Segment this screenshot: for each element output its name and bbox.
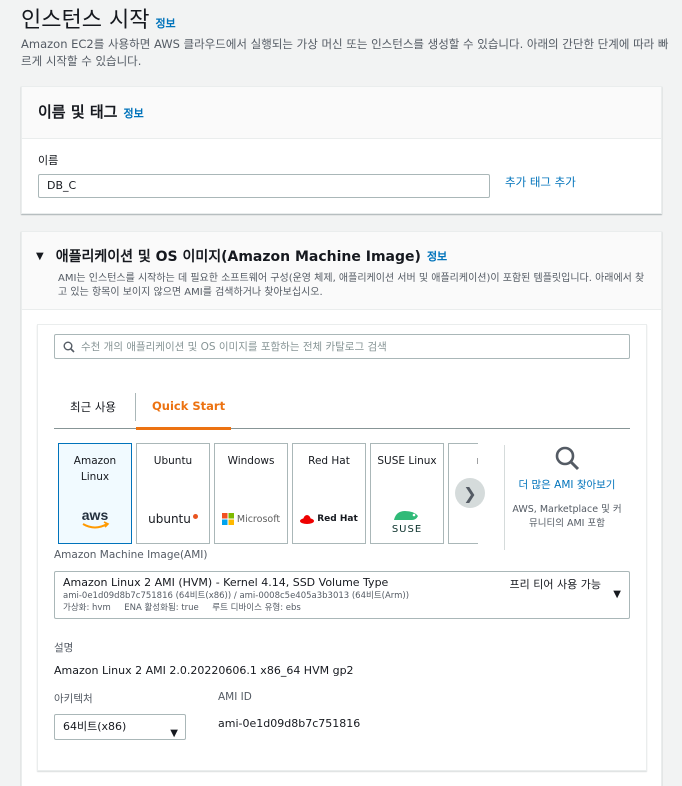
architecture-label: 아키텍처 <box>54 693 93 705</box>
tab-divider <box>135 393 136 421</box>
ami-select-meta: 가상화: hvm ENA 활성화됨: true 루트 디바이스 유형: ebs <box>63 603 301 613</box>
name-label: 이름 <box>38 154 59 167</box>
tile-suse-linux[interactable]: SUSE Linux SUSE <box>370 443 444 544</box>
ami-panel-header: ▼ 애플리케이션 및 OS 이미지(Amazon Machine Image) … <box>22 232 661 310</box>
ami-search-input[interactable]: 수천 개의 애플리케이션 및 OS 이미지를 포함하는 전체 카탈로그 검색 <box>54 334 630 359</box>
search-placeholder: 수천 개의 애플리케이션 및 OS 이미지를 포함하는 전체 카탈로그 검색 <box>81 341 387 353</box>
ami-tabs: 최근 사용 Quick Start <box>54 385 630 430</box>
name-tags-panel: 이름 및 태그 정보 이름 DB_C 추가 태그 추가 <box>21 86 662 214</box>
tab-quick-start[interactable]: Quick Start <box>152 399 225 413</box>
tab-recent[interactable]: 최근 사용 <box>70 399 116 415</box>
tile-label: Windows <box>227 455 275 467</box>
name-tags-header: 이름 및 태그 정보 <box>22 87 661 139</box>
tile-windows[interactable]: Windows Microsoft <box>214 443 288 544</box>
ami-info-link[interactable]: 정보 <box>427 248 447 264</box>
tile-red-hat[interactable]: Red Hat Red Hat <box>292 443 366 544</box>
free-tier-badge: 프리 티어 사용 가능 <box>509 578 601 591</box>
macos-logo <box>449 503 478 535</box>
scroll-right-button[interactable]: ❯ <box>455 478 485 508</box>
name-tags-title: 이름 및 태그 <box>38 103 118 121</box>
tile-label: SUSE Linux <box>377 455 437 467</box>
search-icon <box>63 341 75 353</box>
search-icon <box>555 446 580 471</box>
collapse-caret-icon[interactable]: ▼ <box>36 251 44 262</box>
ami-select-label: Amazon Machine Image(AMI) <box>54 549 208 561</box>
active-tab-indicator <box>136 427 231 430</box>
ami-select[interactable]: Amazon Linux 2 AMI (HVM) - Kernel 4.14, … <box>54 571 630 619</box>
aws-logo: aws <box>59 503 131 535</box>
browse-more-ami-subtext: AWS, Marketplace 및 커뮤니티의 AMI 포함 <box>512 504 622 529</box>
caret-down-icon: ▼ <box>613 589 621 600</box>
os-tiles: Amazon Linux aws Ubuntu ubuntu Windows M… <box>58 443 478 544</box>
microsoft-logo: Microsoft <box>215 503 287 535</box>
caret-down-icon: ▼ <box>170 728 178 739</box>
tile-label: ma <box>449 453 478 469</box>
ami-id-value: ami-0e1d09d8b7c751816 <box>218 717 361 730</box>
ami-browser: 수천 개의 애플리케이션 및 OS 이미지를 포함하는 전체 카탈로그 검색 최… <box>37 324 647 771</box>
tile-label: Ubuntu <box>153 455 193 467</box>
name-input[interactable]: DB_C <box>38 174 490 198</box>
ami-section-title: 애플리케이션 및 OS 이미지(Amazon Machine Image) <box>55 249 421 265</box>
add-tag-link[interactable]: 추가 태그 추가 <box>505 174 576 190</box>
suse-logo: SUSE <box>371 503 443 539</box>
name-tags-info-link[interactable]: 정보 <box>123 105 143 121</box>
ami-id-label: AMI ID <box>218 691 252 703</box>
browse-more-ami-link[interactable]: 더 많은 AMI 찾아보기 <box>512 477 622 493</box>
tile-amazon-linux[interactable]: Amazon Linux aws <box>58 443 132 544</box>
description-label: 설명 <box>54 642 74 654</box>
browse-more-ami[interactable]: 더 많은 AMI 찾아보기 AWS, Marketplace 및 커뮤니티의 A… <box>512 445 622 531</box>
ami-panel: ▼ 애플리케이션 및 OS 이미지(Amazon Machine Image) … <box>21 231 662 786</box>
info-link[interactable]: 정보 <box>155 15 175 31</box>
svg-text:aws: aws <box>82 507 109 523</box>
ami-section-description: AMI는 인스턴스를 시작하는 데 필요한 소프트웨어 구성(운영 체제, 애플… <box>58 273 645 298</box>
tile-label: Amazon Linux <box>73 455 117 483</box>
tile-label: Red Hat <box>308 455 350 467</box>
ubuntu-logo: ubuntu <box>137 503 209 535</box>
chevron-right-icon: ❯ <box>463 483 477 503</box>
architecture-value: 64비트(x86) <box>63 720 127 733</box>
more-divider <box>504 445 505 550</box>
red-hat-logo: Red Hat <box>293 503 365 535</box>
page-title: 인스턴스 시작 정보 <box>21 2 176 34</box>
architecture-select[interactable]: 64비트(x86) ▼ <box>54 714 186 740</box>
tile-ubuntu[interactable]: Ubuntu ubuntu <box>136 443 210 544</box>
description-value: Amazon Linux 2 AMI 2.0.20220606.1 x86_64… <box>54 664 354 677</box>
page-title-text: 인스턴스 시작 <box>21 8 150 33</box>
page-description: Amazon EC2를 사용하면 AWS 클라우드에서 실행되는 가상 머신 또… <box>21 37 669 68</box>
